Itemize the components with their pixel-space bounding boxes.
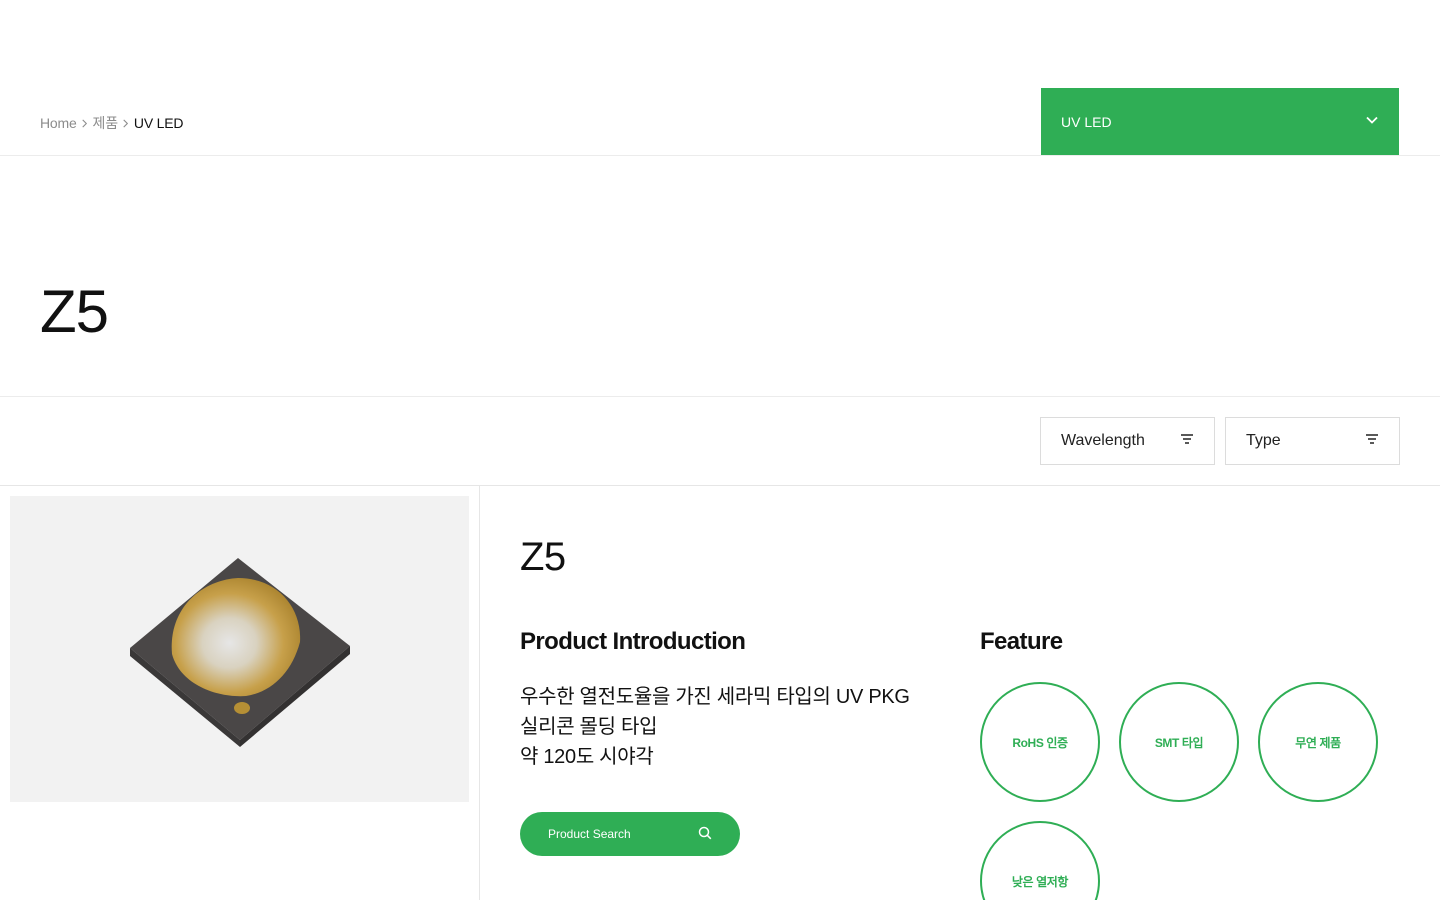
led-package-illustration (130, 558, 350, 747)
feature-badge-smt: SMT 타입 (1119, 682, 1239, 802)
search-icon (698, 826, 712, 843)
product-introduction-heading: Product Introduction (520, 628, 746, 655)
title-section: Z5 (0, 156, 1440, 397)
feature-heading: Feature (980, 628, 1063, 655)
chevron-right-icon (77, 115, 93, 131)
product-introduction-text: 우수한 열전도율을 가진 세라믹 타입의 UV PKG 실리콘 몰딩 타입 약 … (520, 682, 910, 772)
chevron-down-icon (1365, 113, 1379, 130)
wavelength-filter-label: Wavelength (1061, 432, 1145, 449)
breadcrumb-products-link[interactable]: 제품 (93, 113, 119, 133)
filter-lines-icon (1365, 432, 1379, 451)
wavelength-filter[interactable]: Wavelength (1040, 417, 1215, 465)
breadcrumb: Home 제품 UV LED (40, 113, 183, 133)
product-name: Z5 (520, 535, 566, 579)
feature-badge-rohs: RoHS 인증 (980, 682, 1100, 802)
top-bar: Home 제품 UV LED UV LED (0, 0, 1440, 156)
product-search-button-label: Product Search (548, 827, 631, 841)
filter-lines-icon (1180, 432, 1194, 451)
product-search-button[interactable]: Product Search (520, 812, 740, 856)
breadcrumb-current: UV LED (133, 115, 184, 131)
product-image (10, 496, 469, 802)
feature-badge-low-thermal-resistance: 낮은 열저항 (980, 821, 1100, 900)
product-image-column (0, 486, 480, 900)
category-dropdown[interactable]: UV LED (1041, 88, 1399, 155)
page-title: Z5 (40, 278, 109, 345)
type-filter-label: Type (1246, 432, 1281, 449)
feature-badge-lead-free: 무연 제품 (1258, 682, 1378, 802)
chevron-right-icon (118, 115, 134, 131)
intro-line: 우수한 열전도율을 가진 세라믹 타입의 UV PKG (520, 686, 910, 708)
breadcrumb-home-link[interactable]: Home (40, 115, 77, 131)
intro-line: 약 120도 시야각 (520, 746, 654, 768)
intro-line: 실리콘 몰딩 타입 (520, 716, 658, 738)
category-dropdown-value: UV LED (1061, 113, 1112, 130)
type-filter[interactable]: Type (1225, 417, 1400, 465)
filter-bar: Wavelength Type (0, 397, 1440, 486)
